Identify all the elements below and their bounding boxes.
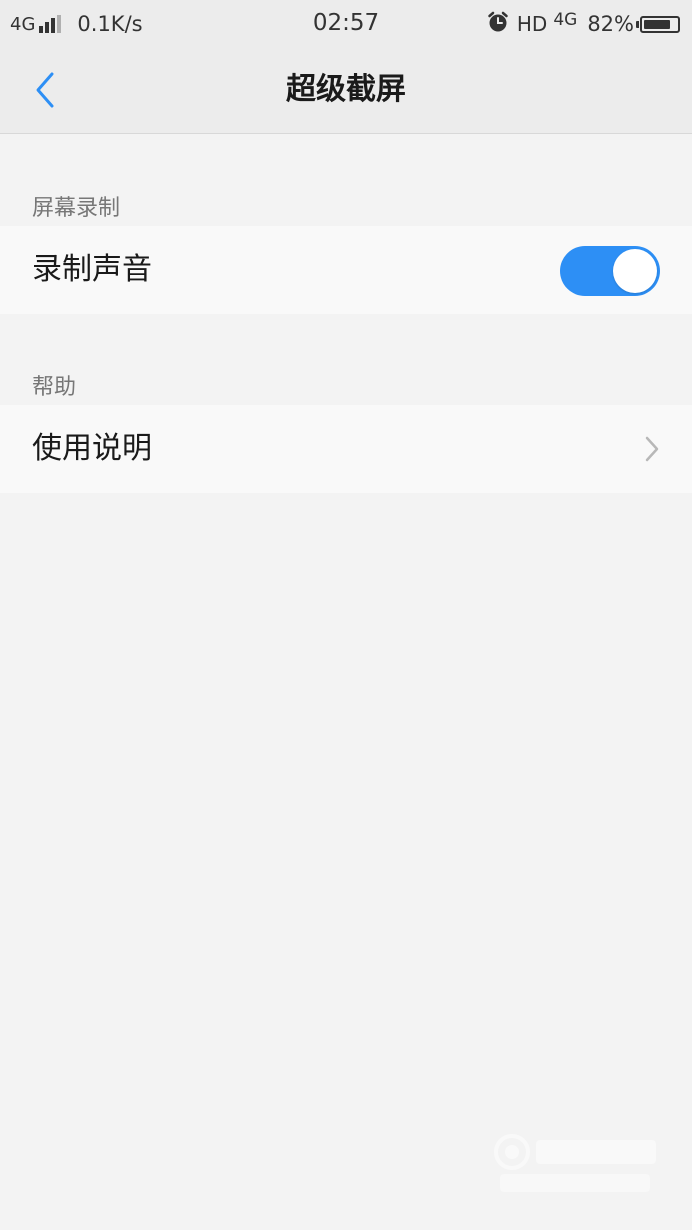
watermark-logo: [494, 1134, 656, 1192]
section-header-help: 帮助: [32, 375, 77, 400]
alarm-icon: [487, 11, 509, 38]
battery-icon: [636, 15, 680, 33]
instructions-row[interactable]: 使用说明: [0, 405, 692, 493]
status-bar: 4G 0.1K/s 02:57 HD 4G 82%: [0, 0, 692, 48]
toggle-knob: [613, 249, 657, 293]
record-audio-label: 录制声音: [32, 252, 152, 287]
record-audio-toggle[interactable]: [560, 246, 660, 296]
chevron-right-icon: [645, 436, 659, 462]
page-title: 超级截屏: [286, 72, 406, 107]
record-audio-row[interactable]: 录制声音: [0, 226, 692, 314]
hd-indicator: HD: [516, 12, 548, 36]
battery-percent: 82%: [587, 12, 634, 36]
title-bar: 超级截屏: [0, 48, 692, 134]
status-right: HD 4G 82%: [487, 10, 680, 38]
instructions-label: 使用说明: [32, 431, 152, 466]
network-type-secondary: 4G: [553, 10, 578, 30]
section-header-recording: 屏幕录制: [32, 196, 121, 221]
